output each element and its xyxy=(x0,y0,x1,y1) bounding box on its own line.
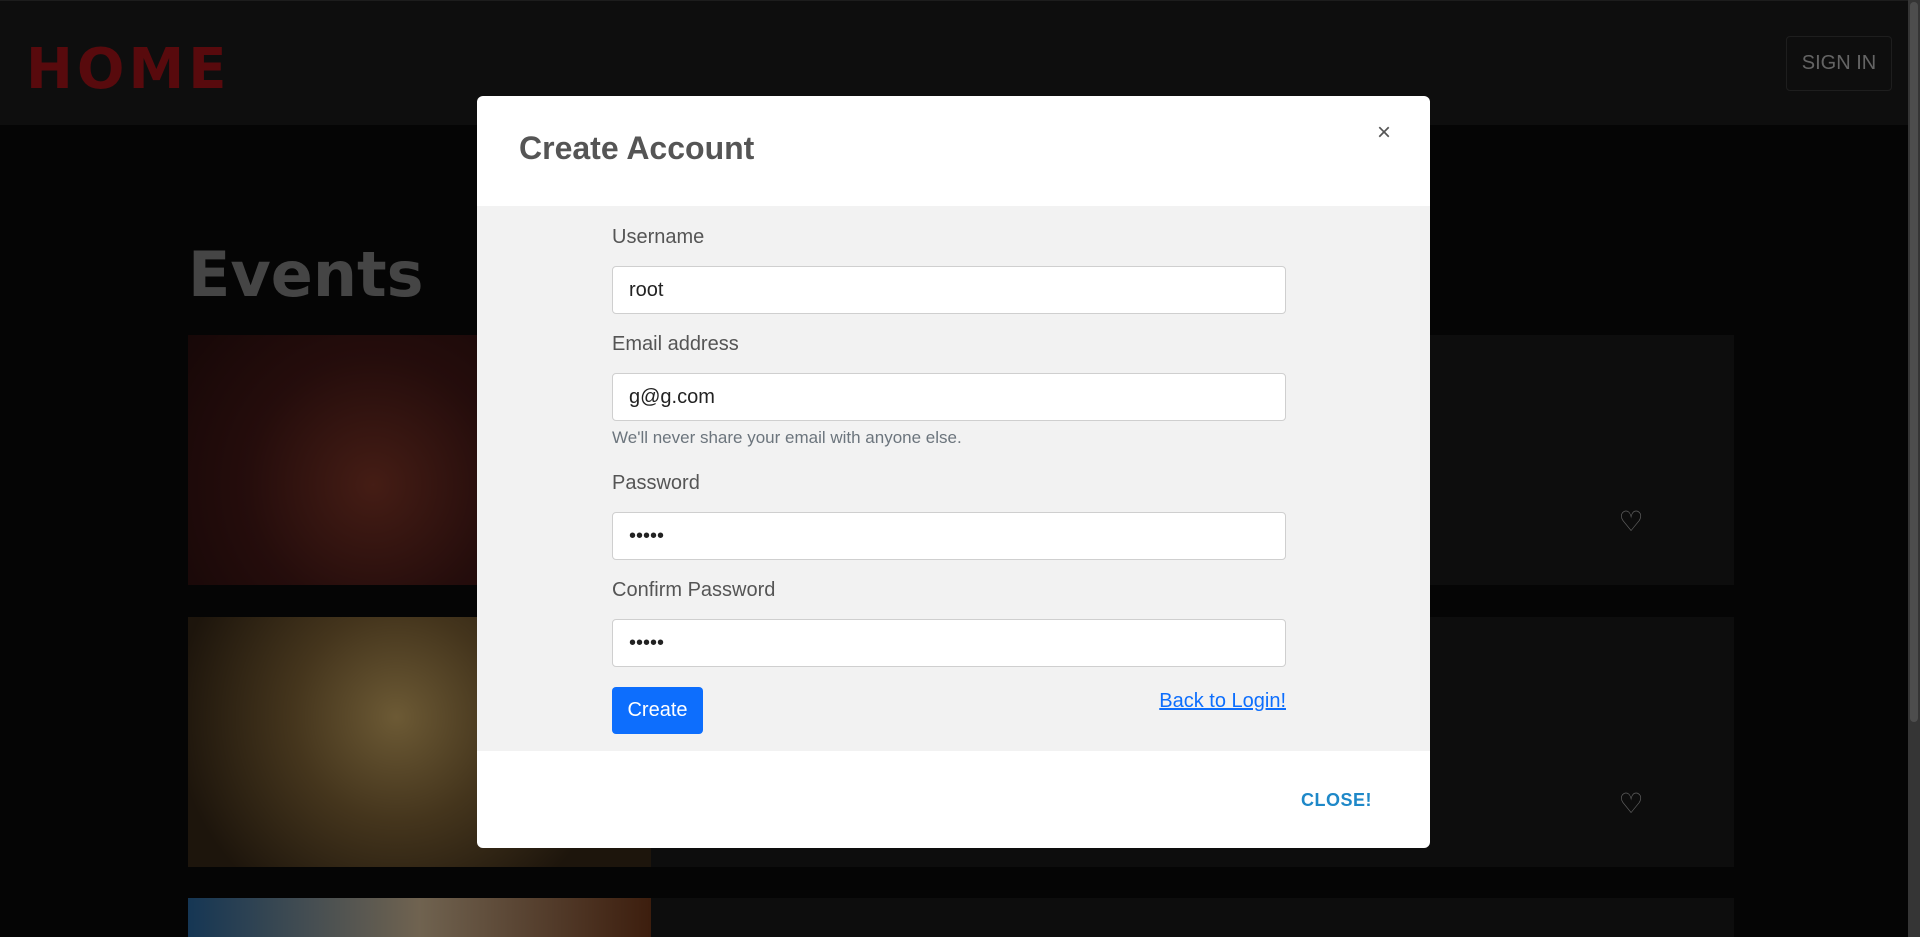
password-label: Password xyxy=(612,472,700,494)
email-help-text: We'll never share your email with anyone… xyxy=(612,428,962,447)
create-account-modal: Create Account × Username Email address … xyxy=(477,96,1430,848)
back-to-login-link[interactable]: Back to Login! xyxy=(1159,690,1286,713)
create-button[interactable]: Create xyxy=(612,687,703,734)
email-input[interactable] xyxy=(612,373,1286,421)
close-button[interactable]: CLOSE! xyxy=(1301,790,1372,811)
username-label: Username xyxy=(612,226,705,248)
close-icon[interactable]: × xyxy=(1369,118,1399,148)
modal-body: Username Email address We'll never share… xyxy=(477,206,1430,751)
username-input[interactable] xyxy=(612,266,1286,314)
confirm-password-label: Confirm Password xyxy=(612,579,776,601)
password-input[interactable] xyxy=(612,512,1286,560)
email-label: Email address xyxy=(612,333,739,355)
modal-title: Create Account xyxy=(519,130,755,166)
confirm-password-input[interactable] xyxy=(612,619,1286,667)
